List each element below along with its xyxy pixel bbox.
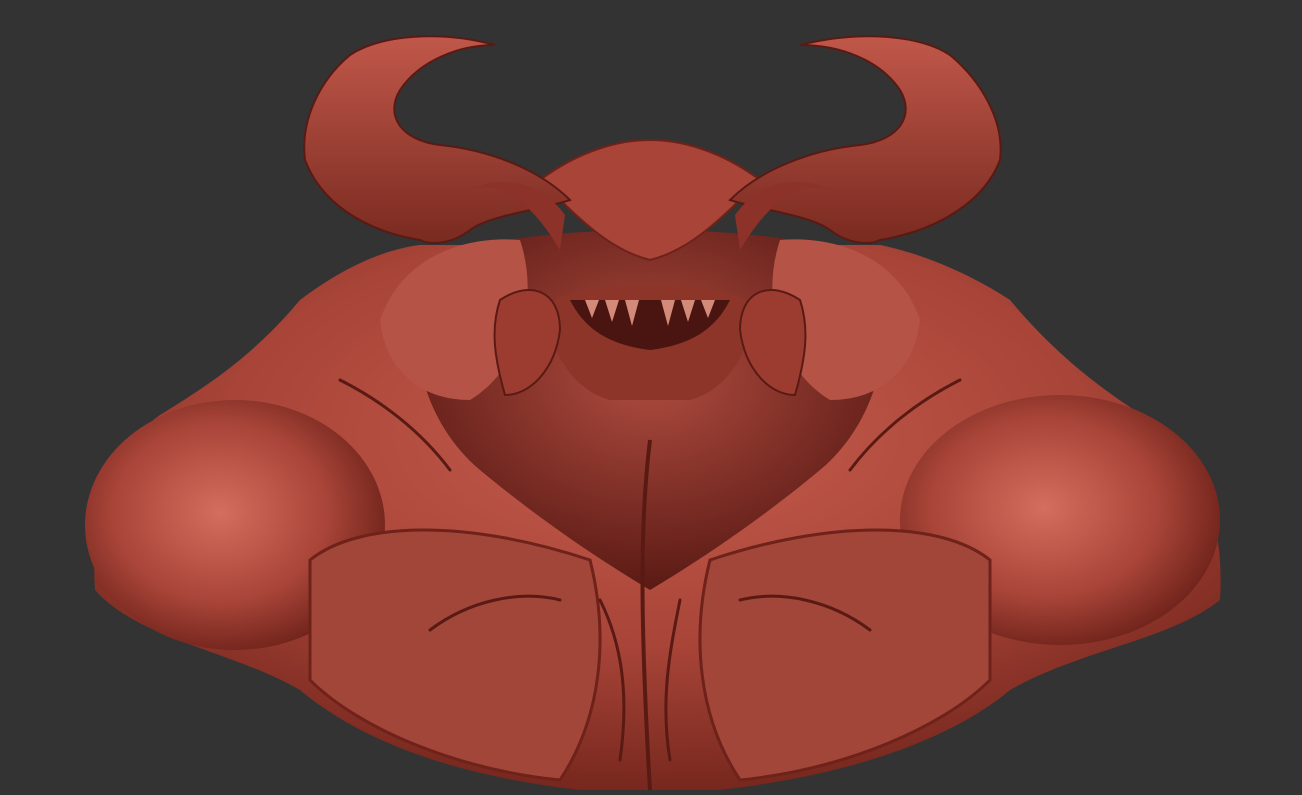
right-pec xyxy=(698,528,992,782)
left-pec xyxy=(308,528,602,782)
demon-bust-sculpt xyxy=(85,35,1221,791)
sculpt-viewport[interactable] xyxy=(0,0,1302,795)
right-horn xyxy=(728,35,1002,244)
left-horn xyxy=(303,35,572,244)
